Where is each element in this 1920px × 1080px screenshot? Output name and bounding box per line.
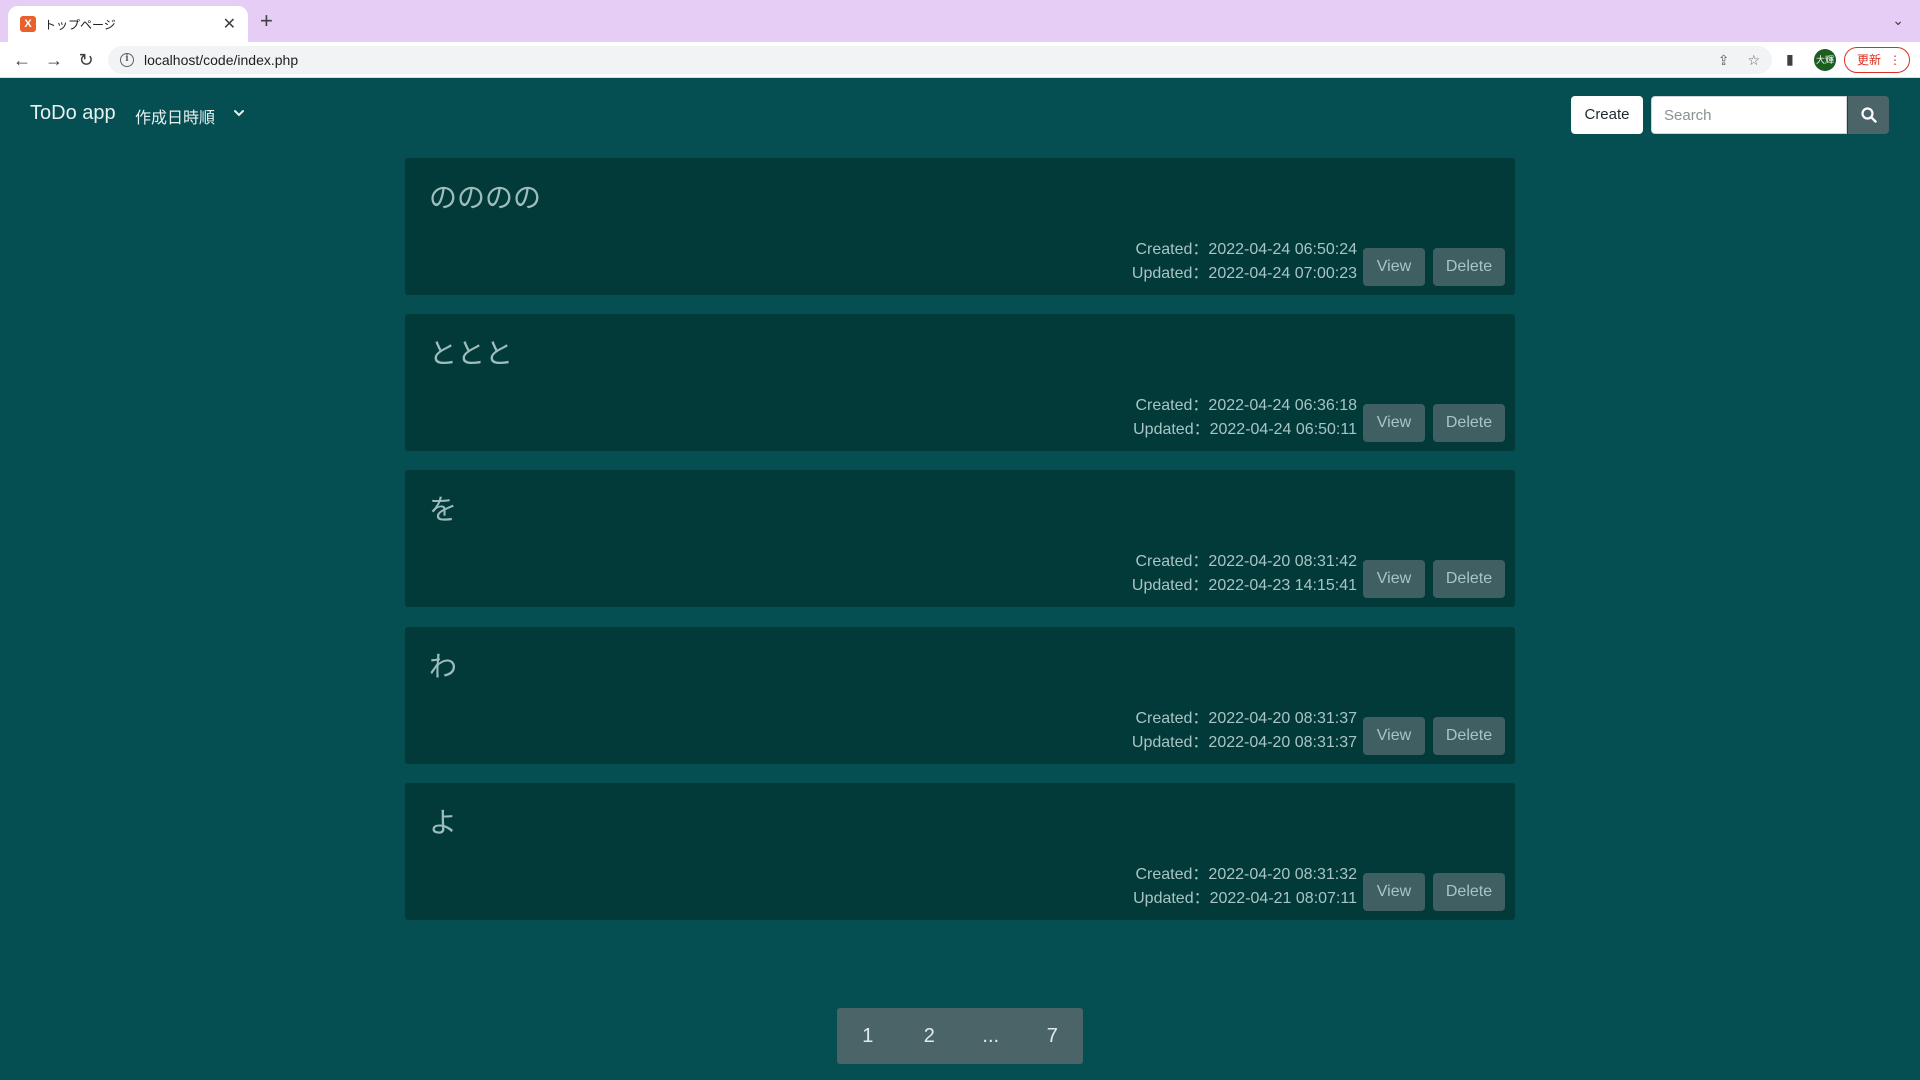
url-text[interactable]: localhost/code/index.php	[144, 52, 1700, 68]
forward-arrow-icon[interactable]: →	[42, 48, 66, 72]
updated-at: Updated：2022-04-21 08:07:11	[1133, 890, 1357, 907]
updated-at: Updated：2022-04-24 06:50:11	[1133, 421, 1357, 438]
view-button[interactable]: View	[1363, 248, 1425, 286]
sort-select[interactable]: 作成日時順	[135, 104, 215, 128]
todo-timestamps: Created：2022-04-20 08:31:32 Updated：2022…	[1133, 863, 1357, 911]
page-link-2[interactable]: 2	[899, 1008, 961, 1064]
search-button[interactable]	[1848, 96, 1889, 134]
updated-at: Updated：2022-04-23 14:15:41	[1131, 577, 1357, 594]
todo-title: わ	[429, 651, 458, 682]
reload-icon[interactable]: ↻	[74, 48, 98, 72]
delete-button[interactable]: Delete	[1433, 717, 1505, 755]
created-at: Created：2022-04-20 08:31:37	[1135, 710, 1358, 727]
tab-search-chevron-icon[interactable]: ⌄	[1892, 12, 1904, 29]
todo-card: よ Created：2022-04-20 08:31:32 Updated：20…	[405, 783, 1515, 920]
search-icon	[1860, 107, 1877, 123]
todo-card: を Created：2022-04-20 08:31:42 Updated：20…	[405, 470, 1515, 607]
menu-dots-icon: ⋮	[1889, 53, 1901, 67]
site-info-icon[interactable]: i	[120, 53, 134, 67]
todo-card: ととと Created：2022-04-24 06:36:18 Updated：…	[405, 314, 1515, 451]
search-input[interactable]	[1651, 96, 1847, 134]
view-button[interactable]: View	[1363, 404, 1425, 442]
updated-at: Updated：2022-04-20 08:31:37	[1131, 734, 1357, 751]
todo-title: を	[429, 494, 458, 525]
back-arrow-icon[interactable]: ←	[10, 48, 34, 72]
create-button[interactable]: Create	[1571, 96, 1643, 134]
side-panel-icon[interactable]: ▮	[1786, 51, 1794, 68]
todo-timestamps: Created：2022-04-20 08:31:37 Updated：2022…	[1132, 707, 1357, 755]
todo-card: のののの Created：2022-04-24 06:50:24 Updated…	[405, 158, 1515, 295]
address-bar[interactable]: i localhost/code/index.php ⇪ ☆	[108, 46, 1772, 74]
browser-tab[interactable]: X トップページ ✕	[8, 6, 248, 42]
chevron-down-icon[interactable]	[232, 106, 246, 120]
created-at: Created：2022-04-20 08:31:42	[1135, 553, 1358, 570]
delete-button[interactable]: Delete	[1433, 560, 1505, 598]
todo-title: ととと	[429, 338, 514, 369]
page-link-last[interactable]: 7	[1022, 1008, 1084, 1064]
app-brand[interactable]: ToDo app	[30, 102, 116, 125]
delete-button[interactable]: Delete	[1433, 873, 1505, 911]
delete-button[interactable]: Delete	[1433, 404, 1505, 442]
created-at: Created：2022-04-24 06:36:18	[1135, 397, 1358, 414]
page-link-1[interactable]: 1	[837, 1008, 899, 1064]
bookmark-star-icon[interactable]: ☆	[1747, 52, 1760, 69]
page-ellipsis: ...	[982, 1025, 1000, 1047]
update-button[interactable]: 更新 ⋮	[1844, 47, 1910, 73]
tab-close-icon[interactable]: ✕	[223, 14, 236, 34]
app-navbar: ToDo app 作成日時順 Create	[0, 78, 1920, 150]
view-button[interactable]: View	[1363, 560, 1425, 598]
new-tab-plus-icon[interactable]: +	[260, 10, 273, 32]
todo-timestamps: Created：2022-04-20 08:31:42 Updated：2022…	[1132, 550, 1357, 598]
browser-tabbar: X トップページ ✕ + ⌄	[0, 0, 1920, 42]
pagination: 1 2 ... 7	[837, 1008, 1083, 1064]
updated-at: Updated：2022-04-24 07:00:23	[1131, 265, 1357, 282]
xampp-favicon-icon: X	[20, 16, 36, 32]
view-button[interactable]: View	[1363, 717, 1425, 755]
todo-timestamps: Created：2022-04-24 06:36:18 Updated：2022…	[1133, 394, 1357, 442]
update-label: 更新	[1857, 53, 1882, 67]
view-button[interactable]: View	[1363, 873, 1425, 911]
todo-title: よ	[429, 807, 458, 838]
share-icon[interactable]: ⇪	[1718, 52, 1730, 69]
created-at: Created：2022-04-20 08:31:32	[1135, 866, 1358, 883]
todo-timestamps: Created：2022-04-24 06:50:24 Updated：2022…	[1132, 238, 1357, 286]
todo-title: のののの	[429, 182, 542, 213]
todo-card: わ Created：2022-04-20 08:31:37 Updated：20…	[405, 627, 1515, 764]
delete-button[interactable]: Delete	[1433, 248, 1505, 286]
tab-title: トップページ	[44, 17, 116, 32]
browser-toolbar: ← → ↻ i localhost/code/index.php ⇪ ☆ ▮ 大…	[0, 42, 1920, 78]
created-at: Created：2022-04-24 06:50:24	[1135, 241, 1358, 258]
profile-avatar[interactable]: 大輝	[1814, 49, 1836, 71]
